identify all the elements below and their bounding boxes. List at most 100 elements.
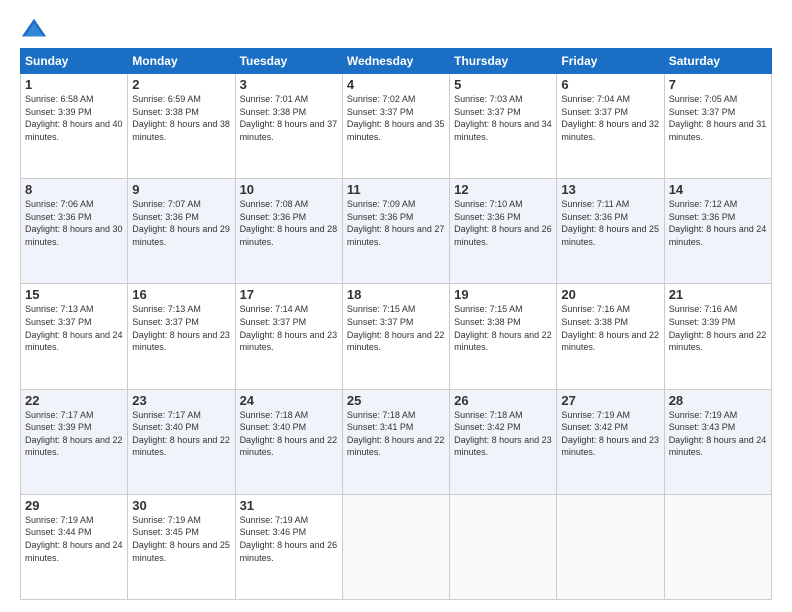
cell-info: Sunrise: 6:58 AM Sunset: 3:39 PM Dayligh… — [25, 93, 123, 143]
cell-info: Sunrise: 7:19 AM Sunset: 3:43 PM Dayligh… — [669, 409, 767, 459]
cell-info: Sunrise: 7:14 AM Sunset: 3:37 PM Dayligh… — [240, 303, 338, 353]
day-cell: 19 Sunrise: 7:15 AM Sunset: 3:38 PM Dayl… — [450, 284, 557, 389]
day-cell: 29 Sunrise: 7:19 AM Sunset: 3:44 PM Dayl… — [21, 494, 128, 599]
day-number: 27 — [561, 393, 659, 408]
day-number: 14 — [669, 182, 767, 197]
cell-info: Sunrise: 7:11 AM Sunset: 3:36 PM Dayligh… — [561, 198, 659, 248]
col-header-sunday: Sunday — [21, 49, 128, 74]
cell-info: Sunrise: 7:09 AM Sunset: 3:36 PM Dayligh… — [347, 198, 445, 248]
day-number: 24 — [240, 393, 338, 408]
day-number: 16 — [132, 287, 230, 302]
day-number: 12 — [454, 182, 552, 197]
day-number: 30 — [132, 498, 230, 513]
day-cell: 25 Sunrise: 7:18 AM Sunset: 3:41 PM Dayl… — [342, 389, 449, 494]
cell-info: Sunrise: 7:19 AM Sunset: 3:46 PM Dayligh… — [240, 514, 338, 564]
logo — [20, 16, 52, 44]
cell-info: Sunrise: 7:02 AM Sunset: 3:37 PM Dayligh… — [347, 93, 445, 143]
day-number: 21 — [669, 287, 767, 302]
day-number: 13 — [561, 182, 659, 197]
cell-info: Sunrise: 7:18 AM Sunset: 3:40 PM Dayligh… — [240, 409, 338, 459]
cell-info: Sunrise: 7:16 AM Sunset: 3:38 PM Dayligh… — [561, 303, 659, 353]
day-number: 29 — [25, 498, 123, 513]
col-header-thursday: Thursday — [450, 49, 557, 74]
cell-info: Sunrise: 7:03 AM Sunset: 3:37 PM Dayligh… — [454, 93, 552, 143]
day-cell: 18 Sunrise: 7:15 AM Sunset: 3:37 PM Dayl… — [342, 284, 449, 389]
day-cell — [557, 494, 664, 599]
col-header-monday: Monday — [128, 49, 235, 74]
day-number: 5 — [454, 77, 552, 92]
day-cell: 24 Sunrise: 7:18 AM Sunset: 3:40 PM Dayl… — [235, 389, 342, 494]
day-cell: 14 Sunrise: 7:12 AM Sunset: 3:36 PM Dayl… — [664, 179, 771, 284]
day-number: 1 — [25, 77, 123, 92]
day-number: 9 — [132, 182, 230, 197]
day-number: 11 — [347, 182, 445, 197]
day-cell: 16 Sunrise: 7:13 AM Sunset: 3:37 PM Dayl… — [128, 284, 235, 389]
day-number: 19 — [454, 287, 552, 302]
day-cell: 13 Sunrise: 7:11 AM Sunset: 3:36 PM Dayl… — [557, 179, 664, 284]
day-cell: 27 Sunrise: 7:19 AM Sunset: 3:42 PM Dayl… — [557, 389, 664, 494]
logo-icon — [20, 16, 48, 44]
day-cell: 15 Sunrise: 7:13 AM Sunset: 3:37 PM Dayl… — [21, 284, 128, 389]
day-number: 17 — [240, 287, 338, 302]
cell-info: Sunrise: 7:07 AM Sunset: 3:36 PM Dayligh… — [132, 198, 230, 248]
day-cell — [342, 494, 449, 599]
cell-info: Sunrise: 7:01 AM Sunset: 3:38 PM Dayligh… — [240, 93, 338, 143]
col-header-tuesday: Tuesday — [235, 49, 342, 74]
day-cell: 31 Sunrise: 7:19 AM Sunset: 3:46 PM Dayl… — [235, 494, 342, 599]
day-number: 26 — [454, 393, 552, 408]
day-cell: 6 Sunrise: 7:04 AM Sunset: 3:37 PM Dayli… — [557, 74, 664, 179]
cell-info: Sunrise: 7:15 AM Sunset: 3:37 PM Dayligh… — [347, 303, 445, 353]
cell-info: Sunrise: 7:08 AM Sunset: 3:36 PM Dayligh… — [240, 198, 338, 248]
day-number: 6 — [561, 77, 659, 92]
day-cell: 2 Sunrise: 6:59 AM Sunset: 3:38 PM Dayli… — [128, 74, 235, 179]
day-number: 15 — [25, 287, 123, 302]
cell-info: Sunrise: 7:13 AM Sunset: 3:37 PM Dayligh… — [25, 303, 123, 353]
day-cell: 28 Sunrise: 7:19 AM Sunset: 3:43 PM Dayl… — [664, 389, 771, 494]
cell-info: Sunrise: 7:05 AM Sunset: 3:37 PM Dayligh… — [669, 93, 767, 143]
day-number: 23 — [132, 393, 230, 408]
day-cell: 22 Sunrise: 7:17 AM Sunset: 3:39 PM Dayl… — [21, 389, 128, 494]
day-cell: 26 Sunrise: 7:18 AM Sunset: 3:42 PM Dayl… — [450, 389, 557, 494]
cell-info: Sunrise: 7:17 AM Sunset: 3:39 PM Dayligh… — [25, 409, 123, 459]
cell-info: Sunrise: 6:59 AM Sunset: 3:38 PM Dayligh… — [132, 93, 230, 143]
cell-info: Sunrise: 7:10 AM Sunset: 3:36 PM Dayligh… — [454, 198, 552, 248]
header-row: SundayMondayTuesdayWednesdayThursdayFrid… — [21, 49, 772, 74]
day-cell: 9 Sunrise: 7:07 AM Sunset: 3:36 PM Dayli… — [128, 179, 235, 284]
day-number: 31 — [240, 498, 338, 513]
day-cell: 7 Sunrise: 7:05 AM Sunset: 3:37 PM Dayli… — [664, 74, 771, 179]
day-number: 22 — [25, 393, 123, 408]
day-number: 2 — [132, 77, 230, 92]
day-cell: 11 Sunrise: 7:09 AM Sunset: 3:36 PM Dayl… — [342, 179, 449, 284]
day-number: 28 — [669, 393, 767, 408]
week-row-5: 29 Sunrise: 7:19 AM Sunset: 3:44 PM Dayl… — [21, 494, 772, 599]
header — [20, 16, 772, 44]
week-row-3: 15 Sunrise: 7:13 AM Sunset: 3:37 PM Dayl… — [21, 284, 772, 389]
cell-info: Sunrise: 7:18 AM Sunset: 3:41 PM Dayligh… — [347, 409, 445, 459]
day-cell: 23 Sunrise: 7:17 AM Sunset: 3:40 PM Dayl… — [128, 389, 235, 494]
day-cell: 17 Sunrise: 7:14 AM Sunset: 3:37 PM Dayl… — [235, 284, 342, 389]
cell-info: Sunrise: 7:19 AM Sunset: 3:42 PM Dayligh… — [561, 409, 659, 459]
cell-info: Sunrise: 7:04 AM Sunset: 3:37 PM Dayligh… — [561, 93, 659, 143]
day-cell: 8 Sunrise: 7:06 AM Sunset: 3:36 PM Dayli… — [21, 179, 128, 284]
cell-info: Sunrise: 7:19 AM Sunset: 3:45 PM Dayligh… — [132, 514, 230, 564]
day-number: 3 — [240, 77, 338, 92]
week-row-4: 22 Sunrise: 7:17 AM Sunset: 3:39 PM Dayl… — [21, 389, 772, 494]
day-cell: 5 Sunrise: 7:03 AM Sunset: 3:37 PM Dayli… — [450, 74, 557, 179]
day-number: 8 — [25, 182, 123, 197]
day-cell: 4 Sunrise: 7:02 AM Sunset: 3:37 PM Dayli… — [342, 74, 449, 179]
day-number: 18 — [347, 287, 445, 302]
cell-info: Sunrise: 7:13 AM Sunset: 3:37 PM Dayligh… — [132, 303, 230, 353]
page: SundayMondayTuesdayWednesdayThursdayFrid… — [0, 0, 792, 612]
week-row-2: 8 Sunrise: 7:06 AM Sunset: 3:36 PM Dayli… — [21, 179, 772, 284]
day-number: 10 — [240, 182, 338, 197]
day-cell: 3 Sunrise: 7:01 AM Sunset: 3:38 PM Dayli… — [235, 74, 342, 179]
day-number: 25 — [347, 393, 445, 408]
day-number: 20 — [561, 287, 659, 302]
day-cell: 10 Sunrise: 7:08 AM Sunset: 3:36 PM Dayl… — [235, 179, 342, 284]
cell-info: Sunrise: 7:18 AM Sunset: 3:42 PM Dayligh… — [454, 409, 552, 459]
day-cell: 20 Sunrise: 7:16 AM Sunset: 3:38 PM Dayl… — [557, 284, 664, 389]
cell-info: Sunrise: 7:06 AM Sunset: 3:36 PM Dayligh… — [25, 198, 123, 248]
day-cell: 1 Sunrise: 6:58 AM Sunset: 3:39 PM Dayli… — [21, 74, 128, 179]
cell-info: Sunrise: 7:19 AM Sunset: 3:44 PM Dayligh… — [25, 514, 123, 564]
week-row-1: 1 Sunrise: 6:58 AM Sunset: 3:39 PM Dayli… — [21, 74, 772, 179]
